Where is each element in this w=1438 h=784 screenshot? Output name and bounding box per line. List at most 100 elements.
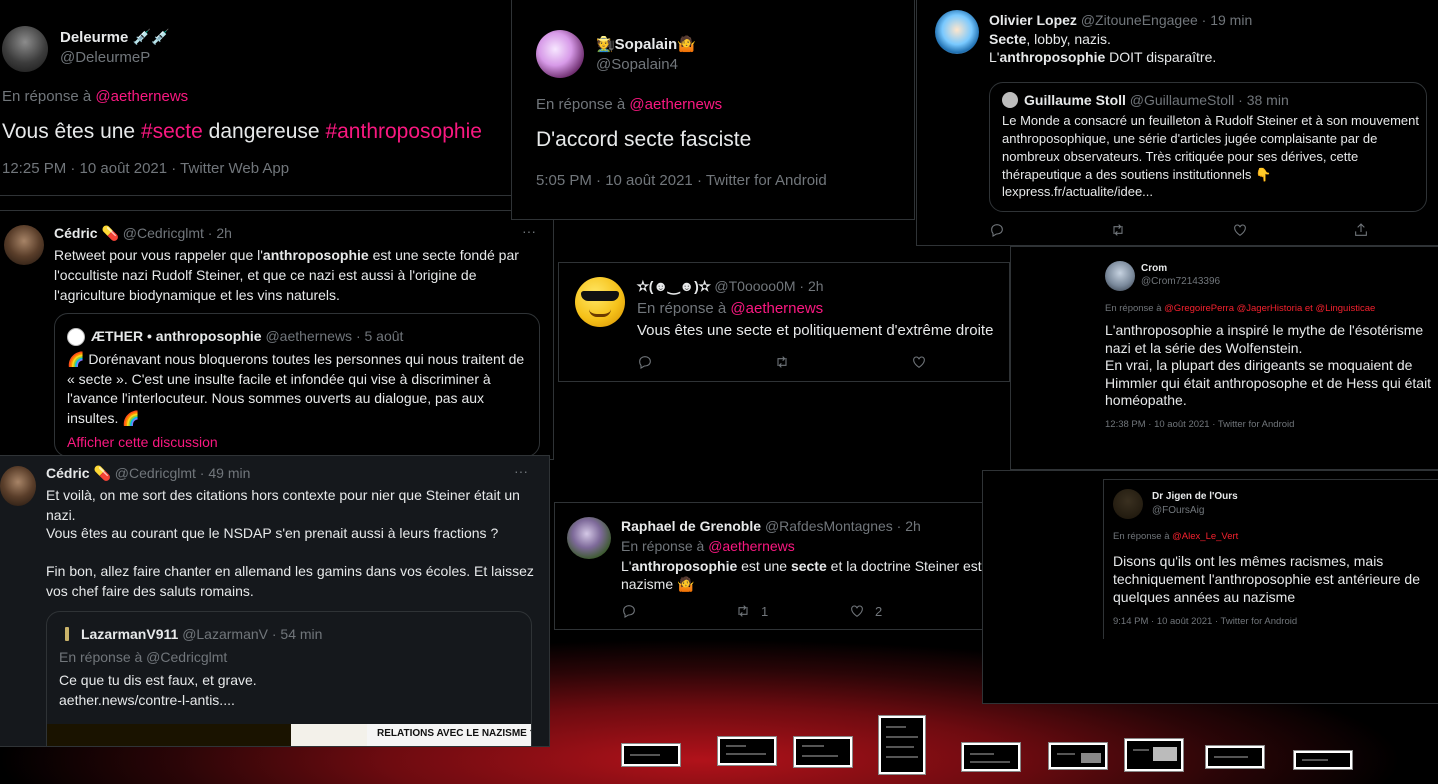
tweet-card-raphael[interactable]: Raphael de Grenoble @RafdesMontagnes · 2… bbox=[554, 502, 984, 630]
reply-mention-link[interactable]: @aethernews bbox=[95, 88, 188, 105]
window-thumbnail-5[interactable] bbox=[962, 743, 1020, 771]
tweet-author-handle[interactable]: @Sopalain4 bbox=[596, 56, 678, 73]
reply-mention-links[interactable]: @GregoirePerra @JagerHistoria et @Lingui… bbox=[1164, 303, 1375, 314]
window-thumbnail-7[interactable] bbox=[1125, 739, 1183, 771]
tweet-text-part: L' bbox=[621, 558, 632, 574]
tweet-author-handle[interactable]: @Cedricglmt · 49 min bbox=[115, 465, 251, 481]
retweet-button[interactable]: 1 bbox=[735, 603, 849, 619]
tweet-author-handle[interactable]: @Cedricglmt · 2h bbox=[123, 225, 232, 241]
quoted-author-handle[interactable]: @aethernews · 5 août bbox=[265, 328, 403, 344]
more-options-icon[interactable]: ··· bbox=[522, 223, 536, 239]
tweet-text-part: est une bbox=[737, 558, 791, 574]
tweet-card-cedric-1[interactable]: Cédric 💊 @Cedricglmt · 2h ··· Retweet po… bbox=[0, 210, 554, 460]
tweet-author-name[interactable]: Dr Jigen de l'Ours bbox=[1152, 491, 1238, 502]
tweet-text-part: L' bbox=[989, 49, 1000, 65]
tweet-card-sopalain[interactable]: 🧑‍🌾Sopalain🤷 @Sopalain4 En réponse à @ae… bbox=[511, 0, 915, 220]
tweet-author-name[interactable]: Deleurme 💉💉 bbox=[60, 28, 170, 46]
reply-icon[interactable] bbox=[637, 354, 653, 370]
tweet-author-name[interactable]: Cédric 💊 bbox=[46, 465, 111, 481]
attached-image-page[interactable] bbox=[291, 724, 367, 746]
tweet-header: ✫(☻‿☻)✫ @T0oooo0M · 2h bbox=[637, 278, 824, 295]
tweet-author-handle[interactable]: @RafdesMontagnes · 2h bbox=[765, 518, 921, 534]
tweet-author-handle[interactable]: @Crom72143396 bbox=[1141, 276, 1220, 287]
avatar[interactable] bbox=[1002, 92, 1018, 108]
tweet-card-deleurme[interactable]: Deleurme 💉💉 @DeleurmeP En réponse à @aet… bbox=[0, 0, 512, 196]
tweet-text-bold: secte bbox=[790, 558, 827, 574]
hashtag-link[interactable]: #secte bbox=[141, 120, 203, 143]
avatar[interactable] bbox=[536, 30, 584, 78]
quoted-author-handle[interactable]: @GuillaumeStoll · 38 min bbox=[1130, 92, 1289, 108]
tweet-card-olivier[interactable]: Olivier Lopez @ZitouneEngagee · 19 min S… bbox=[916, 0, 1438, 246]
reply-mention-link[interactable]: @aethernews bbox=[629, 96, 722, 113]
more-options-icon[interactable]: ··· bbox=[514, 463, 528, 479]
quoted-author-name[interactable]: LazarmanV911 bbox=[81, 626, 178, 642]
like-icon bbox=[851, 605, 863, 617]
quoted-tweet[interactable]: LazarmanV911 @LazarmanV · 54 min En répo… bbox=[46, 611, 532, 746]
tweet-author-name[interactable]: 🧑‍🌾Sopalain🤷 bbox=[596, 35, 696, 53]
window-thumbnail-1[interactable] bbox=[622, 744, 680, 766]
tweet-author-name[interactable]: Olivier Lopez bbox=[989, 12, 1077, 28]
tweet-header: Olivier Lopez @ZitouneEngagee · 19 min bbox=[989, 12, 1252, 28]
quoted-tweet[interactable]: Guillaume Stoll @GuillaumeStoll · 38 min… bbox=[989, 82, 1427, 212]
attached-image-caption-box[interactable]: RELATIONS AVEC LE NAZISME ? bbox=[367, 724, 531, 746]
reply-prefix: En réponse à bbox=[1105, 303, 1162, 314]
quoted-tweet-link[interactable]: lexpress.fr/actualite/idee... bbox=[1002, 184, 1153, 199]
attached-image-doc[interactable] bbox=[47, 724, 291, 746]
tweet-timestamp[interactable]: 12:25 PM · 10 août 2021 · Twitter Web Ap… bbox=[2, 160, 289, 177]
tweet-author-handle[interactable]: @DeleurmeP bbox=[60, 49, 150, 66]
tweet-timestamp[interactable]: 12:38 PM · 10 août 2021 · Twitter for An… bbox=[1105, 419, 1294, 430]
avatar[interactable] bbox=[2, 26, 48, 72]
tweet-author-handle[interactable]: @ZitouneEngagee · 19 min bbox=[1081, 12, 1252, 28]
avatar[interactable] bbox=[67, 328, 85, 346]
quoted-author-name[interactable]: ÆTHER • anthroposophie bbox=[91, 328, 262, 344]
avatar[interactable] bbox=[0, 466, 36, 506]
tweet-author-name[interactable]: Raphael de Grenoble bbox=[621, 518, 761, 534]
tweet-card-crom[interactable]: Crom @Crom72143396 En réponse à @Gregoir… bbox=[1010, 246, 1438, 470]
window-thumbnail-6[interactable] bbox=[1049, 743, 1107, 769]
tweet-author-handle[interactable]: @T0oooo0M · 2h bbox=[714, 278, 823, 294]
quoted-tweet[interactable]: ÆTHER • anthroposophie @aethernews · 5 a… bbox=[54, 313, 540, 457]
reply-icon[interactable] bbox=[621, 603, 735, 619]
reply-context: En réponse à @aethernews bbox=[637, 300, 823, 317]
tweet-text-para2: En vrai, la plupart des dirigeants se mo… bbox=[1105, 357, 1432, 408]
like-button[interactable]: 2 bbox=[849, 603, 882, 619]
tweet-author-name[interactable]: Crom bbox=[1141, 263, 1167, 274]
avatar[interactable] bbox=[935, 10, 979, 54]
reply-context: En réponse à @Alex_Le_Vert bbox=[1113, 531, 1238, 542]
quoted-tweet-link[interactable]: aether.news/contre-l-antis.... bbox=[59, 692, 235, 708]
quoted-author-handle[interactable]: @LazarmanV · 54 min bbox=[182, 626, 322, 642]
reply-icon[interactable] bbox=[989, 222, 1005, 238]
tweet-author-name[interactable]: Cédric 💊 bbox=[54, 225, 119, 241]
reply-mention-link[interactable]: @aethernews bbox=[708, 538, 795, 554]
window-thumbnail-2[interactable] bbox=[718, 737, 776, 765]
like-icon[interactable] bbox=[1232, 222, 1248, 238]
like-icon[interactable] bbox=[911, 354, 927, 370]
window-thumbnail-3[interactable] bbox=[794, 737, 852, 767]
avatar[interactable] bbox=[1105, 261, 1135, 291]
tweet-timestamp[interactable]: 9:14 PM · 10 août 2021 · Twitter for And… bbox=[1113, 616, 1297, 627]
tweet-author-name[interactable]: ✫(☻‿☻)✫ bbox=[637, 278, 711, 294]
window-thumbnail-4[interactable] bbox=[879, 716, 925, 774]
window-thumbnail-9[interactable] bbox=[1294, 751, 1352, 769]
tweet-header: Cédric 💊 @Cedricglmt · 49 min bbox=[46, 465, 250, 482]
show-thread-link[interactable]: Afficher cette discussion bbox=[67, 434, 218, 450]
avatar[interactable] bbox=[567, 517, 611, 559]
tweet-author-handle[interactable]: @FOursAig bbox=[1152, 505, 1204, 516]
tweet-card-cedric-2[interactable]: Cédric 💊 @Cedricglmt · 49 min ··· Et voi… bbox=[0, 455, 550, 747]
tweet-card-toooo[interactable]: ✫(☻‿☻)✫ @T0oooo0M · 2h En réponse à @aet… bbox=[558, 262, 1010, 382]
tweet-timestamp[interactable]: 5:05 PM · 10 août 2021 · Twitter for And… bbox=[536, 172, 827, 189]
reply-mention-link[interactable]: @Alex_Le_Vert bbox=[1172, 531, 1238, 542]
quoted-tweet-header: ÆTHER • anthroposophie @aethernews · 5 a… bbox=[91, 328, 403, 344]
sunglasses-emoji-avatar[interactable] bbox=[575, 277, 625, 327]
reply-mention-link[interactable]: @aethernews bbox=[730, 300, 823, 317]
avatar[interactable] bbox=[4, 225, 44, 265]
hashtag-link[interactable]: #anthroposophie bbox=[325, 120, 481, 143]
retweet-icon[interactable] bbox=[1110, 222, 1126, 238]
share-icon[interactable] bbox=[1353, 222, 1369, 238]
quoted-author-name[interactable]: Guillaume Stoll bbox=[1024, 92, 1126, 108]
retweet-icon[interactable] bbox=[774, 354, 790, 370]
tweet-text-bold: anthroposophie bbox=[262, 247, 369, 263]
tweet-card-jigen[interactable]: Dr Jigen de l'Ours @FOursAig En réponse … bbox=[982, 470, 1438, 704]
avatar[interactable] bbox=[1113, 489, 1143, 519]
window-thumbnail-8[interactable] bbox=[1206, 746, 1264, 768]
